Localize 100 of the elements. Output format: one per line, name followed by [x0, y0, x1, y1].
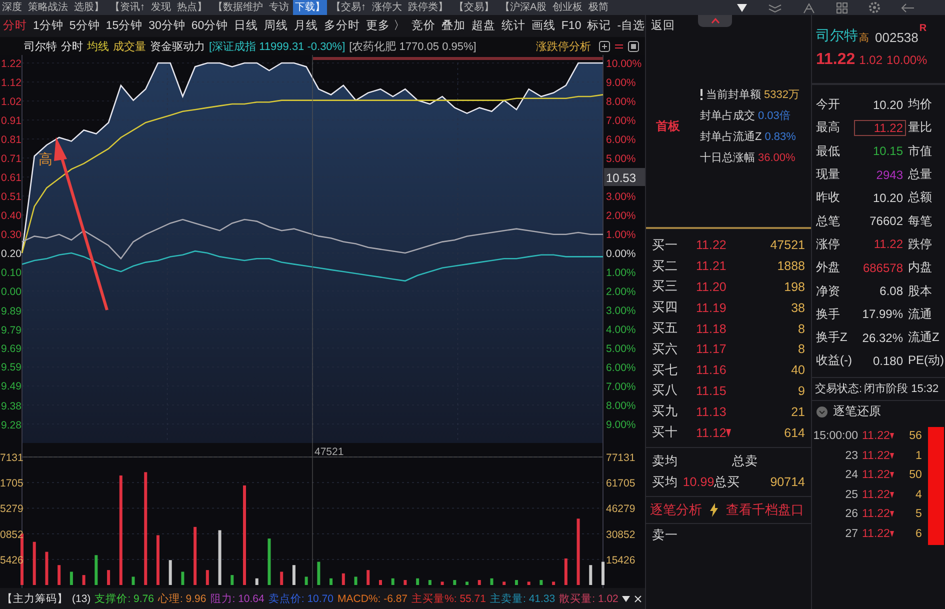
stat-value: 10.20 — [872, 190, 904, 206]
axis-label: 1.02 — [1, 96, 22, 108]
fact-value: 5332万 — [764, 88, 800, 102]
fact-label: 封单占成交 — [700, 108, 755, 123]
bid-price: 11.17 — [696, 342, 726, 356]
stat-value: 686578 — [862, 260, 904, 276]
stat-value: 11.22 — [872, 236, 904, 252]
stat-label: 量比 — [908, 119, 932, 136]
axis-label: 0.20 — [1, 248, 22, 260]
stat-label: 总额 — [908, 189, 932, 206]
ask-level: 卖一 — [652, 527, 679, 544]
tick-price: 11.22 — [862, 450, 890, 462]
stat-label: 股本 — [908, 282, 932, 300]
axis-label: 9.49 — [1, 380, 22, 392]
chart-mode: 分时 — [61, 40, 83, 54]
summary-label: 总买 — [714, 474, 742, 491]
axis-label: 1.00% — [606, 267, 636, 279]
axis-label: 4.00% — [606, 324, 636, 336]
axis-label: 9.59 — [1, 362, 22, 374]
axis-label: 0.10 — [1, 267, 22, 279]
overlay-index: [农药化肥 1770.05 0.95%] — [349, 40, 476, 54]
bid-volume: 8 — [798, 322, 805, 336]
fact-value: 0.83% — [764, 130, 796, 142]
tick-time: 15:00:00 — [812, 430, 858, 442]
tick-time: 27 — [844, 528, 858, 540]
axis-label: 0.91 — [1, 115, 22, 127]
axis-label: 3.00% — [606, 305, 636, 317]
axis-label: 2.00% — [606, 286, 636, 298]
axis-label: 0.51 — [1, 191, 22, 203]
stat-label: 现量 — [816, 166, 841, 184]
overlay-index: [深证成指 11999.31 -0.30%] — [209, 40, 346, 54]
axis-label: 5.00% — [606, 343, 636, 355]
bid-price: 11.18 — [696, 322, 726, 336]
bid-level: 买十 — [652, 424, 679, 442]
bid-price: 11.12 — [696, 426, 726, 440]
stat-label: 最低 — [816, 142, 841, 160]
bid-volume: 1888 — [777, 259, 805, 274]
bid-price: 11.16 — [696, 363, 726, 378]
bid-level: 买二 — [652, 258, 679, 275]
stat-label: 外盘 — [816, 259, 841, 276]
axis-label: 1.22 — [1, 58, 22, 70]
bid-price: 11.15 — [696, 384, 726, 398]
axis-label: 9.79 — [1, 324, 22, 336]
indicator-value: 阻力: 10.64 — [210, 592, 264, 606]
tick-time: 24 — [844, 469, 858, 482]
bid-volume: 47521 — [770, 238, 805, 252]
bid-volume: 614 — [784, 426, 805, 440]
stat-label: 换手Z — [816, 329, 848, 346]
summary-label: 买均 — [652, 474, 679, 491]
axis-label: 9.00% — [606, 77, 636, 89]
stat-label: 净资 — [816, 282, 841, 300]
stat-label: 收益(-) — [816, 352, 853, 370]
bid-level: 买四 — [652, 299, 679, 316]
bid-price: 11.22 — [696, 238, 726, 252]
stat-value: 6.08 — [878, 283, 904, 300]
stock-tag: 高 — [859, 31, 869, 45]
tick-volume: 1 — [914, 450, 922, 462]
tick-volume: 56 — [908, 430, 922, 442]
cursor-price-label: 10.53 — [604, 168, 645, 186]
tick-price: 11.22 — [862, 469, 890, 482]
tick-price: 11.22 — [862, 430, 890, 442]
indicator-value: 散买量: 1.02 — [559, 592, 618, 606]
axis-label: 0.00% — [606, 248, 636, 260]
trade-status-value: 闭市阶段 15:32 — [864, 382, 939, 396]
stat-value: 10.20 — [872, 96, 904, 113]
stat-label: 流通 — [908, 306, 932, 323]
stat-label: 最高 — [816, 119, 841, 136]
summary-label: 卖均 — [652, 452, 679, 470]
tick-volume: 6 — [914, 528, 922, 540]
summary-label: 总卖 — [732, 452, 759, 470]
bid-level: 买六 — [652, 340, 679, 358]
stat-label: 昨收 — [816, 189, 841, 206]
stat-label: 换手 — [816, 306, 841, 323]
bid-volume: 40 — [791, 363, 805, 378]
stat-value: 17.99% — [861, 306, 904, 322]
stat-value: 10.15 — [872, 143, 904, 160]
stat-value: 11.22 — [854, 120, 906, 136]
fact-value: 36.00% — [758, 152, 796, 164]
tick-time: 26 — [844, 508, 858, 520]
stat-label: 流通Z — [908, 329, 940, 346]
axis-label: 5279 — [0, 503, 24, 516]
axis-label: 0.30 — [1, 229, 22, 241]
stat-label: 跌停 — [908, 236, 932, 253]
percent-change: 10.00% — [886, 53, 928, 67]
bid-volume: 198 — [784, 280, 805, 294]
axis-label: 0.71 — [1, 153, 22, 165]
axis-label: 1.00% — [606, 229, 636, 241]
summary-value: 90714 — [770, 475, 805, 490]
axis-label: 0.00 — [1, 286, 22, 298]
axis-label: 46279 — [606, 503, 636, 516]
axis-label: 3.00% — [606, 191, 636, 203]
indicator-value: 心理: 9.96 — [158, 592, 206, 606]
axis-label: 7131 — [0, 452, 24, 464]
bid-level: 买五 — [652, 320, 679, 338]
stat-value: 76602 — [868, 213, 904, 230]
stat-label: 每笔 — [908, 212, 932, 230]
tick-volume: 5 — [914, 508, 922, 520]
axis-label: 9.38 — [1, 400, 22, 413]
axis-label: 15426 — [606, 554, 636, 566]
axis-label: 6.00% — [606, 362, 636, 374]
